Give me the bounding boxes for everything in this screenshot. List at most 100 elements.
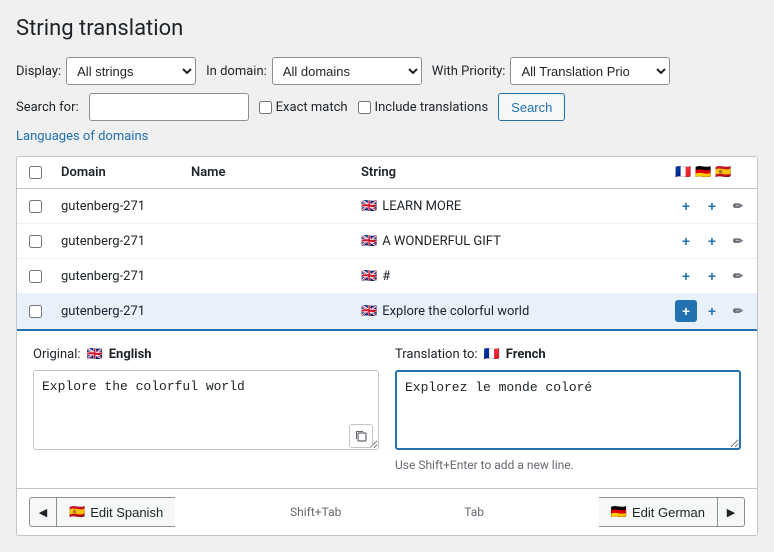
row3-flag: 🇬🇧 <box>361 269 377 284</box>
row3-add-de[interactable]: + <box>701 265 723 287</box>
row1-string: 🇬🇧 LEARN MORE <box>353 199 667 214</box>
exact-match-label[interactable]: Exact match <box>259 100 348 115</box>
domain-select[interactable]: All domains <box>272 57 422 85</box>
flag-es: 🇪🇸 <box>715 165 731 180</box>
prev-arrow[interactable]: ◀ <box>29 497 57 527</box>
row1-domain: gutenberg-271 <box>53 199 183 214</box>
priority-select[interactable]: All Translation Priorities <box>510 57 670 85</box>
domain-group: In domain: All domains <box>206 57 422 85</box>
row4-checkbox[interactable] <box>17 305 53 318</box>
row4-edit[interactable]: ✏ <box>727 300 749 322</box>
original-panel: Original: 🇬🇧 English <box>33 347 379 472</box>
priority-label: With Priority: <box>432 64 506 79</box>
row4-string-text: Explore the colorful world <box>382 304 529 319</box>
display-group: Display: All strings <box>16 57 196 85</box>
row1-add-fr[interactable]: + <box>675 195 697 217</box>
row1-edit[interactable]: ✏ <box>727 195 749 217</box>
bottom-nav: ◀ 🇪🇸 Edit Spanish Shift+Tab Tab 🇩🇪 Edit … <box>17 488 757 535</box>
hint-text: Use Shift+Enter to add a new line. <box>395 458 741 472</box>
row2-string: 🇬🇧 A WONDERFUL GIFT <box>353 234 667 249</box>
table-row: gutenberg-271 🇬🇧 A WONDERFUL GIFT + + ✏ <box>17 224 757 259</box>
row1-string-text: LEARN MORE <box>382 199 461 214</box>
row2-edit[interactable]: ✏ <box>727 230 749 252</box>
exact-match-checkbox[interactable] <box>259 101 272 114</box>
translation-panel-content: Translation to: 🇫🇷 French Use Shift+Ente… <box>395 347 741 472</box>
header-name: Name <box>183 165 353 180</box>
search-input[interactable] <box>89 93 249 121</box>
display-select[interactable]: All strings <box>66 57 196 85</box>
controls-row: Display: All strings In domain: All doma… <box>16 57 758 85</box>
translation-lang: French <box>506 347 546 362</box>
copy-button[interactable] <box>349 424 373 448</box>
row2-add-fr[interactable]: + <box>675 230 697 252</box>
german-flag: 🇩🇪 <box>611 504 627 520</box>
translation-textarea[interactable] <box>395 370 741 450</box>
original-wrapper <box>33 370 379 454</box>
header-domain: Domain <box>53 165 183 180</box>
include-translations-label[interactable]: Include translations <box>358 100 489 115</box>
row3-string-text: # <box>382 269 390 284</box>
row2-add-de[interactable]: + <box>701 230 723 252</box>
row4-add-de[interactable]: + <box>701 300 723 322</box>
row2-checkbox[interactable] <box>17 235 53 248</box>
page-title: String translation <box>16 16 758 41</box>
edit-spanish-label: Edit Spanish <box>90 505 163 520</box>
row2-flag: 🇬🇧 <box>361 234 377 249</box>
row3-checkbox[interactable] <box>17 270 53 283</box>
priority-group: With Priority: All Translation Prioritie… <box>432 57 671 85</box>
row1-add-de[interactable]: + <box>701 195 723 217</box>
header-flags: 🇫🇷 🇩🇪 🇪🇸 <box>667 165 757 180</box>
table-row: gutenberg-271 🇬🇧 # + + ✏ <box>17 259 757 294</box>
translation-title: Translation to: 🇫🇷 French <box>395 347 741 362</box>
row4-domain: gutenberg-271 <box>53 304 183 319</box>
row3-actions: + + ✏ <box>667 265 757 287</box>
table-row: gutenberg-271 🇬🇧 LEARN MORE + + ✏ <box>17 189 757 224</box>
row2-string-text: A WONDERFUL GIFT <box>382 234 501 249</box>
translation-panel: Original: 🇬🇧 English <box>17 329 757 488</box>
header-checkbox[interactable] <box>17 166 53 179</box>
original-title: Original: 🇬🇧 English <box>33 347 379 362</box>
table-container: Domain Name String 🇫🇷 🇩🇪 🇪🇸 gutenberg-27… <box>16 156 758 536</box>
table-header: Domain Name String 🇫🇷 🇩🇪 🇪🇸 <box>17 157 757 189</box>
edit-spanish-group: ◀ 🇪🇸 Edit Spanish <box>29 497 175 527</box>
shift-tab-shortcut: Shift+Tab <box>290 505 341 519</box>
original-textarea <box>33 370 379 450</box>
row1-actions: + + ✏ <box>667 195 757 217</box>
row1-checkbox[interactable] <box>17 200 53 213</box>
display-label: Display: <box>16 64 61 79</box>
edit-german-group: 🇩🇪 Edit German ▶ <box>599 497 745 527</box>
select-all-checkbox[interactable] <box>29 166 42 179</box>
page-wrapper: String translation Display: All strings … <box>0 0 774 552</box>
row3-edit[interactable]: ✏ <box>727 265 749 287</box>
row4-add-fr[interactable]: + <box>675 300 697 322</box>
domain-label: In domain: <box>206 64 267 79</box>
row3-domain: gutenberg-271 <box>53 269 183 284</box>
row1-flag: 🇬🇧 <box>361 199 377 214</box>
row2-actions: + + ✏ <box>667 230 757 252</box>
search-for-label: Search for: <box>16 100 79 115</box>
row3-string: 🇬🇧 # <box>353 269 667 284</box>
flag-de: 🇩🇪 <box>695 165 711 180</box>
tab-shortcut: Tab <box>464 505 484 519</box>
row2-domain: gutenberg-271 <box>53 234 183 249</box>
translation-panels: Original: 🇬🇧 English <box>33 347 741 472</box>
translation-flag: 🇫🇷 <box>484 347 500 362</box>
search-row: Search for: Exact match Include translat… <box>16 93 758 121</box>
edit-german-button[interactable]: 🇩🇪 Edit German <box>599 497 717 527</box>
edit-spanish-button[interactable]: 🇪🇸 Edit Spanish <box>57 497 175 527</box>
row4-flag: 🇬🇧 <box>361 304 377 319</box>
spanish-flag: 🇪🇸 <box>69 504 85 520</box>
edit-german-label: Edit German <box>632 505 705 520</box>
include-translations-checkbox[interactable] <box>358 101 371 114</box>
search-button[interactable]: Search <box>498 93 565 121</box>
original-flag: 🇬🇧 <box>87 347 103 362</box>
row3-add-fr[interactable]: + <box>675 265 697 287</box>
original-lang: English <box>109 347 152 362</box>
header-string: String <box>353 165 667 180</box>
next-arrow[interactable]: ▶ <box>717 497 745 527</box>
flag-fr: 🇫🇷 <box>675 165 691 180</box>
table-row-active: gutenberg-271 🇬🇧 Explore the colorful wo… <box>17 294 757 329</box>
original-label: Original: <box>33 347 81 362</box>
row4-string: 🇬🇧 Explore the colorful world <box>353 304 667 319</box>
languages-link[interactable]: Languages of domains <box>16 129 148 144</box>
